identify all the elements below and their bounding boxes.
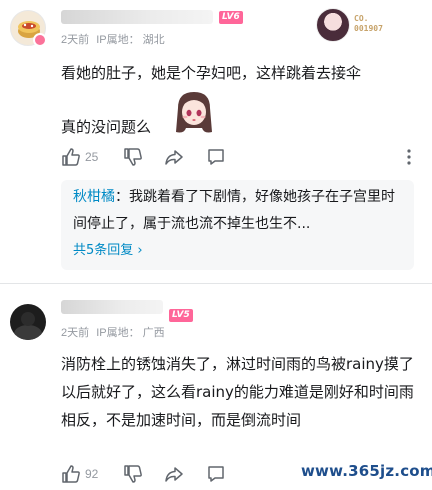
comment-divider [0,283,432,284]
ip-label: IP属地： [96,34,140,46]
comment-content-line: 看她的肚子，她是个孕妇吧，这样跳着去接伞 [61,64,362,82]
comment-meta: 2天前 IP属地： 广西 [61,324,165,340]
avatar-image [14,312,42,340]
comment-item: LV6 2天前 IP属地： 湖北 CO. 001907 看她的肚子，她是个孕妇吧… [0,0,432,283]
reply-username[interactable]: 秋柑橘 [73,189,115,205]
ip-location: 湖北 [142,34,165,46]
comment-content: 消防栓上的锈蚀消失了，淋过时间雨的鸟被rainy摸了以后就好了，这么看rainy… [61,355,414,429]
thumbs-up-icon [62,465,80,483]
badge-number-line1: CO. [354,14,369,23]
share-button[interactable] [164,463,184,485]
like-count: 25 [85,150,99,164]
like-button[interactable]: 25 [61,146,98,168]
share-button[interactable] [164,146,184,168]
dislike-button[interactable] [123,463,143,485]
reply-preview-text: 秋柑橘：我跳着看了下剧情，好像她孩子在子宫里时间停止了，属于流也流不掉生也生不.… [73,184,408,238]
comment-time: 2天前 [61,34,90,46]
level-badge: LV6 [219,11,243,24]
dislike-button[interactable] [123,146,143,168]
badge-avatar [316,8,350,42]
comment-meta: 2天前 IP属地： 湖北 [61,31,165,47]
level-badge: LV5 [169,309,193,322]
comment-icon [208,466,224,482]
vip-badge-icon [33,33,47,47]
badge-number-line2: 001907 [354,24,383,33]
avatar[interactable] [10,304,46,340]
site-watermark: www.365jz.com [301,462,432,480]
badge-number: CO. 001907 [354,14,383,34]
anime-girl-sticker-icon [176,92,212,133]
thumbs-up-icon [62,148,80,166]
emoji-sticker [172,88,216,136]
comment-icon [208,149,224,165]
username-blurred[interactable] [61,10,213,24]
more-options-button[interactable] [399,146,419,168]
reply-preview-box[interactable]: 秋柑橘：我跳着看了下剧情，好像她孩子在子宫里时间停止了，属于流也流不掉生也生不.… [61,180,414,270]
like-count: 92 [85,467,99,481]
share-icon [165,150,183,165]
fan-badge[interactable]: CO. 001907 [316,8,386,44]
like-button[interactable]: 92 [61,463,98,485]
username-blurred[interactable] [61,300,163,314]
more-vertical-icon [407,149,411,165]
share-icon [165,467,183,482]
thumbs-down-icon [124,465,142,483]
ip-label: IP属地： [96,327,140,339]
comment-time: 2天前 [61,327,90,339]
comment-actions: 92 [61,463,261,485]
comment-actions: 25 [61,146,421,168]
reply-button[interactable] [206,463,226,485]
ip-location: 广西 [142,327,165,339]
reply-button[interactable] [206,146,226,168]
view-more-replies-link[interactable]: 共5条回复 › [73,241,143,261]
thumbs-down-icon [124,148,142,166]
reply-content: ：我跳着看了下剧情，好像她孩子在子宫里时间停止了，属于流也流不掉生也生不... [73,189,395,232]
